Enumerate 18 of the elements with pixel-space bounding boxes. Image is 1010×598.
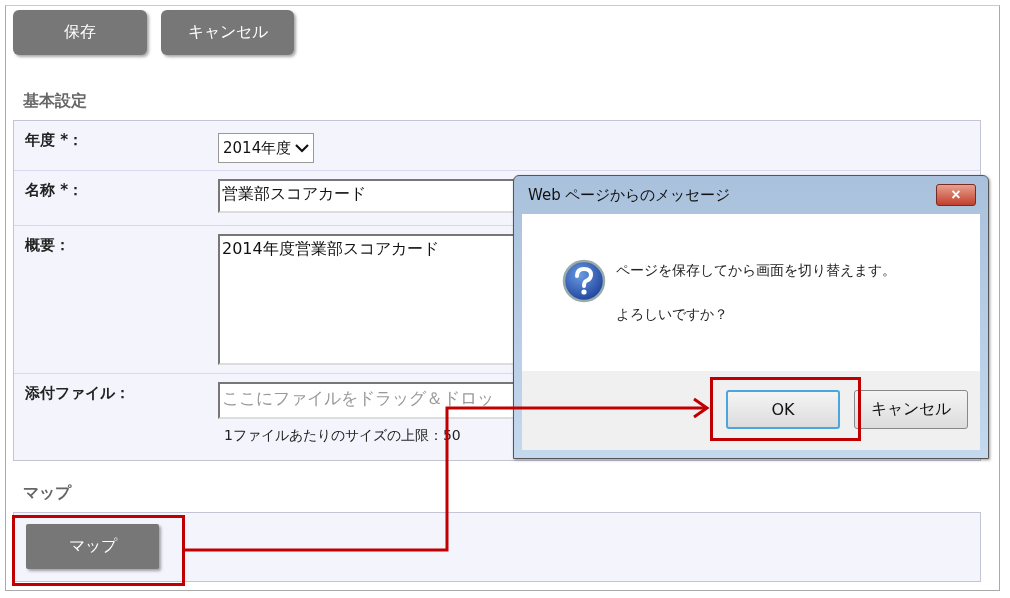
year-select[interactable]: 2014年度 [218, 133, 315, 163]
field-label: 名称 *： [24, 180, 85, 201]
dialog-title: Web ページからのメッセージ [528, 185, 731, 205]
question-icon [562, 259, 606, 303]
dialog-message: よろしいですか？ [616, 306, 729, 324]
save-button[interactable]: 保存 [13, 10, 147, 55]
chevron-down-icon [295, 143, 310, 153]
dialog-message: ページを保存してから画面を切り替えます。 [616, 262, 896, 280]
field-label: 年度 *： [24, 130, 85, 151]
cancel-button[interactable]: キャンセル [161, 10, 294, 55]
close-button[interactable]: × [936, 184, 976, 206]
map-button[interactable]: マップ [26, 524, 159, 569]
section-heading: マップ [23, 483, 73, 504]
field-label: 概要： [23, 235, 71, 256]
cancel-button[interactable]: キャンセル [854, 390, 968, 429]
section-heading: 基本設定 [23, 91, 88, 112]
ok-button[interactable]: OK [726, 390, 840, 429]
field-label: 添付ファイル： [24, 383, 131, 404]
